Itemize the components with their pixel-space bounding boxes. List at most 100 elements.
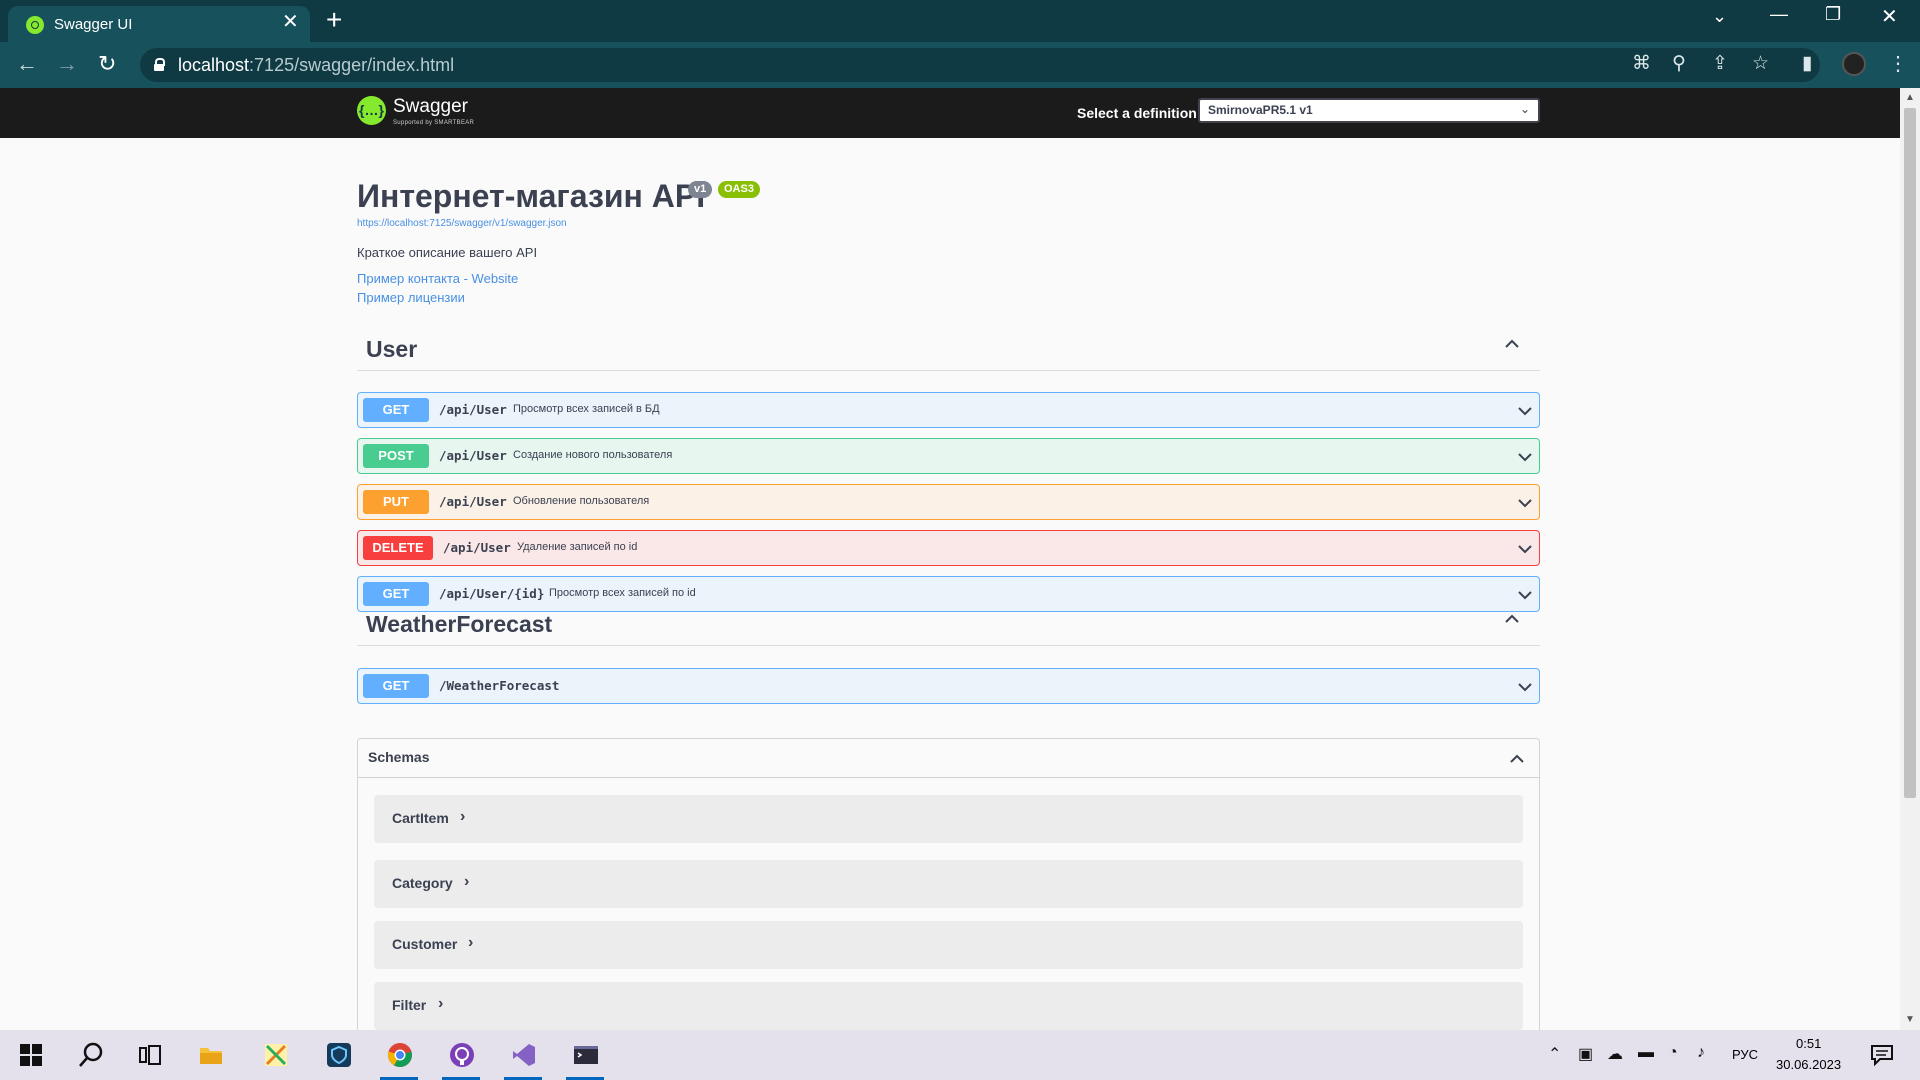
new-tab-icon[interactable]: + bbox=[326, 6, 342, 34]
chevron-down-icon[interactable] bbox=[1517, 587, 1533, 603]
restore-icon[interactable]: ❐ bbox=[1825, 4, 1841, 25]
meet-now-icon[interactable]: ▣ bbox=[1578, 1044, 1593, 1064]
operation-post-api-user[interactable]: POST /api/User Создание нового пользоват… bbox=[357, 438, 1540, 474]
bookmark-star-icon[interactable]: ☆ bbox=[1752, 52, 1769, 76]
tag-header-user[interactable]: User bbox=[357, 330, 1540, 371]
chevron-down-icon[interactable] bbox=[1517, 449, 1533, 465]
taskbar-app-sketch[interactable] bbox=[250, 1030, 300, 1080]
chevron-up-icon[interactable] bbox=[1504, 611, 1520, 627]
translate-icon[interactable]: ⌘ bbox=[1632, 52, 1651, 76]
model-category[interactable]: Category › bbox=[374, 860, 1523, 908]
browser-tab[interactable]: Swagger UI ✕ bbox=[8, 6, 310, 42]
contact-link[interactable]: Пример контакта - Website bbox=[357, 271, 518, 286]
tag-name: User bbox=[366, 336, 418, 362]
minimize-icon[interactable]: — bbox=[1770, 4, 1788, 25]
chevron-down-icon[interactable] bbox=[1517, 679, 1533, 695]
scroll-up-icon[interactable]: ▲ bbox=[1905, 92, 1915, 103]
tab-search-icon[interactable]: ⌄ bbox=[1712, 6, 1727, 27]
close-window-icon[interactable]: ✕ bbox=[1881, 4, 1898, 29]
profile-avatar[interactable] bbox=[1842, 52, 1866, 76]
url-text[interactable]: localhost:7125/swagger/index.html bbox=[178, 55, 454, 76]
clock-date[interactable]: 30.06.2023 bbox=[1776, 1057, 1841, 1072]
url-host: localhost bbox=[178, 55, 250, 75]
operation-path: /WeatherForecast bbox=[439, 678, 560, 693]
operation-summary: Просмотр всех записей в БД bbox=[513, 403, 660, 415]
model-customer[interactable]: Customer › bbox=[374, 921, 1523, 969]
swagger-logo-text[interactable]: Swagger bbox=[393, 96, 468, 118]
tag-header-weatherforecast[interactable]: WeatherForecast bbox=[357, 605, 1540, 646]
taskbar-app-terminal[interactable] bbox=[560, 1030, 610, 1080]
version-badge: v1 bbox=[688, 181, 713, 198]
operation-path: /api/User/{id} bbox=[439, 586, 545, 601]
chevron-up-icon[interactable] bbox=[1504, 336, 1520, 352]
language-indicator[interactable]: РУС bbox=[1732, 1047, 1758, 1062]
address-bar[interactable]: localhost:7125/swagger/index.html bbox=[140, 48, 1820, 82]
scroll-down-icon[interactable]: ▼ bbox=[1905, 1014, 1915, 1025]
operation-summary: Удаление записей по id bbox=[517, 541, 638, 553]
zoom-icon[interactable]: ⚲ bbox=[1672, 52, 1686, 76]
method-badge: POST bbox=[363, 444, 429, 468]
model-cartitem[interactable]: CartItem › bbox=[374, 795, 1523, 843]
model-name: Category bbox=[392, 875, 453, 891]
chrome-icon bbox=[388, 1043, 412, 1067]
lock-icon[interactable] bbox=[154, 58, 165, 71]
swagger-logo-icon[interactable]: {…} bbox=[357, 96, 386, 125]
schemas-title: Schemas bbox=[368, 749, 430, 765]
chevron-right-icon[interactable]: › bbox=[438, 995, 443, 1013]
task-view-icon bbox=[139, 1045, 161, 1065]
taskbar-app-visual-studio[interactable] bbox=[498, 1030, 548, 1080]
chevron-up-icon[interactable] bbox=[1509, 751, 1525, 767]
page-scrollbar[interactable]: ▲ ▼ bbox=[1900, 88, 1920, 1030]
chevron-down-icon[interactable] bbox=[1517, 403, 1533, 419]
swagger-topbar: {…} Swagger Supported by SMARTBEAR Selec… bbox=[0, 88, 1900, 138]
operation-put-api-user[interactable]: PUT /api/User Обновление пользователя bbox=[357, 484, 1540, 520]
taskbar-search[interactable] bbox=[65, 1030, 115, 1080]
close-tab-icon[interactable]: ✕ bbox=[282, 12, 299, 32]
operation-path: /api/User bbox=[439, 494, 507, 509]
operation-path: /api/User bbox=[439, 448, 507, 463]
windows-taskbar: ⌃ ▣ ☁ ▬ ◔ ♪ РУС 0:51 30.06.2023 bbox=[0, 1030, 1920, 1080]
taskbar-app-security[interactable] bbox=[313, 1030, 363, 1080]
taskbar-app-chrome[interactable] bbox=[374, 1030, 424, 1080]
swagger-favicon-icon bbox=[26, 16, 44, 34]
swagger-logo-subtitle: Supported by SMARTBEAR bbox=[393, 120, 475, 126]
chevron-right-icon[interactable]: › bbox=[460, 808, 465, 826]
battery-icon[interactable]: ▬ bbox=[1638, 1044, 1654, 1062]
paint-tools-icon bbox=[265, 1044, 287, 1066]
back-icon[interactable]: ← bbox=[16, 52, 38, 76]
operation-summary: Создание нового пользователя bbox=[513, 449, 673, 461]
show-hidden-icons-icon[interactable]: ⌃ bbox=[1548, 1044, 1561, 1064]
taskbar-app-file-explorer[interactable] bbox=[185, 1030, 235, 1080]
taskbar-app-github[interactable] bbox=[436, 1030, 486, 1080]
license-link[interactable]: Пример лицензии bbox=[357, 290, 465, 305]
start-button[interactable] bbox=[5, 1030, 55, 1080]
method-badge: GET bbox=[363, 674, 429, 698]
operation-delete-api-user[interactable]: DELETE /api/User Удаление записей по id bbox=[357, 530, 1540, 566]
side-panel-icon[interactable]: ▮ bbox=[1802, 52, 1812, 76]
definition-select[interactable]: SmirnovaPR5.1 v1 ⌄ bbox=[1198, 98, 1540, 123]
model-filter[interactable]: Filter › bbox=[374, 982, 1523, 1030]
clock-time[interactable]: 0:51 bbox=[1796, 1036, 1821, 1051]
chevron-right-icon[interactable]: › bbox=[468, 934, 473, 952]
notification-center-icon[interactable] bbox=[1870, 1043, 1894, 1067]
volume-muted-icon[interactable]: ♪ bbox=[1697, 1044, 1705, 1062]
more-menu-icon[interactable]: ⋮ bbox=[1888, 52, 1908, 76]
api-description: Краткое описание вашего API bbox=[357, 245, 538, 260]
schemas-header[interactable]: Schemas bbox=[358, 739, 1539, 778]
operation-get-api-user[interactable]: GET /api/User Просмотр всех записей в БД bbox=[357, 392, 1540, 428]
chevron-down-icon[interactable] bbox=[1517, 495, 1533, 511]
spec-url-link[interactable]: https://localhost:7125/swagger/v1/swagge… bbox=[357, 218, 567, 229]
onedrive-cloud-icon[interactable]: ☁ bbox=[1607, 1044, 1623, 1064]
reload-icon[interactable]: ↻ bbox=[98, 52, 116, 76]
scrollbar-thumb[interactable] bbox=[1904, 108, 1916, 798]
share-icon[interactable]: ⇪ bbox=[1712, 52, 1728, 76]
operation-get-weatherforecast[interactable]: GET /WeatherForecast bbox=[357, 668, 1540, 704]
forward-icon[interactable]: → bbox=[56, 52, 78, 76]
wifi-icon[interactable]: ◔ bbox=[1668, 1044, 1678, 1062]
tab-title: Swagger UI bbox=[54, 16, 133, 33]
chevron-down-icon: ⌄ bbox=[1519, 102, 1530, 116]
github-icon bbox=[450, 1043, 474, 1067]
task-view-button[interactable] bbox=[124, 1030, 174, 1080]
chevron-right-icon[interactable]: › bbox=[464, 873, 469, 891]
chevron-down-icon[interactable] bbox=[1517, 541, 1533, 557]
